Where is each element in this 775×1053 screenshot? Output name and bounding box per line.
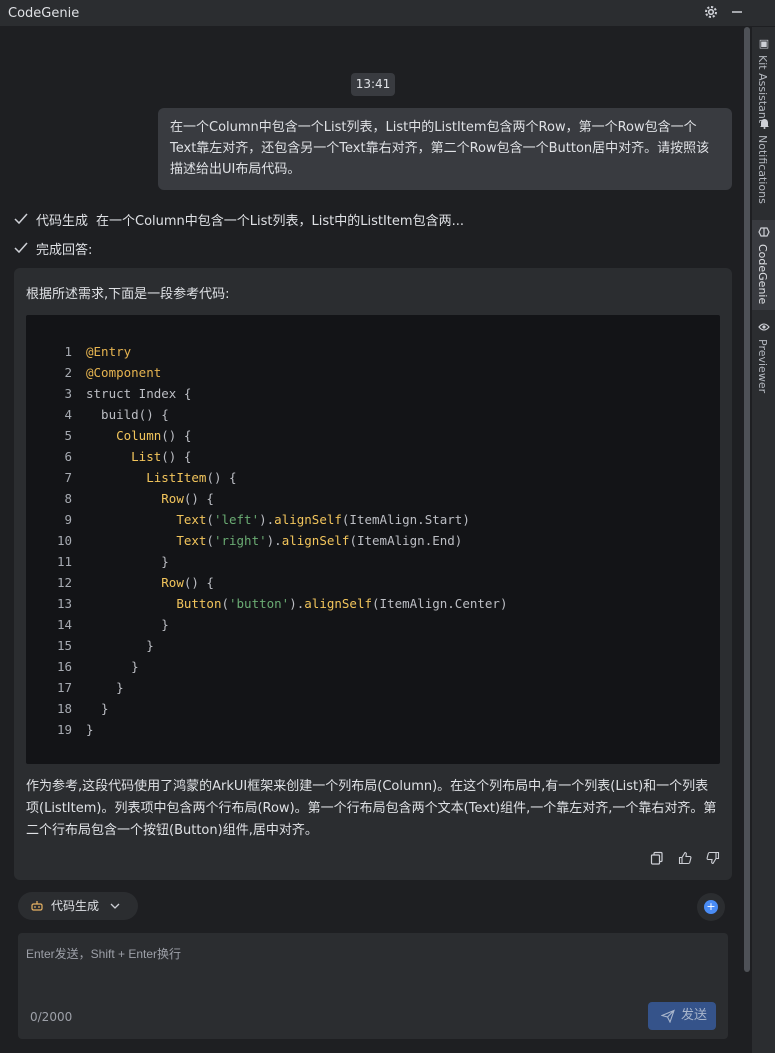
code-text: Button('button').alignSelf(ItemAlign.Cen… [176,596,508,611]
code-text: } [86,680,124,695]
send-button[interactable]: 发送 [648,1002,716,1030]
composer: 0/2000 发送 [18,933,728,1039]
send-label: 发送 [681,1008,708,1023]
line-number: 17 [56,680,72,695]
step-complete: 完成回答: [14,241,92,261]
minimize-icon[interactable] [729,5,745,21]
line-number: 8 [64,491,72,506]
line-number: 2 [64,365,72,380]
scrollbar-thumb[interactable] [744,27,750,972]
code-block[interactable]: 1 @Entry 2 @Component 3 struct Index { 4 build… [26,315,720,764]
tool-window-bar: ▣ Kit Assistant Notifications CodeGenie … [751,27,775,1053]
user-message: 在一个Column中包含一个List列表，List中的ListItem包含两个R… [158,108,732,190]
code-text: List() { [131,449,192,464]
message-timestamp: 13:41 [351,73,395,96]
line-number: 16 [56,659,72,674]
thumbs-up-icon[interactable] [676,851,694,869]
char-counter: 0/2000 [30,1010,73,1024]
line-number: 13 [56,596,72,611]
tab-label: CodeGenie [756,244,769,305]
line-number: 4 [64,407,72,422]
check-icon [14,241,30,261]
new-chat-icon: + [704,900,718,914]
line-number: 10 [56,533,72,548]
line-number: 7 [64,470,72,485]
line-number: 15 [56,638,72,653]
answer-summary: 作为参考,这段代码使用了鸿蒙的ArkUI框架来创建一个列布局(Column)。在… [26,779,717,838]
tab-notifications[interactable]: Notifications [752,115,775,227]
new-chat-button[interactable]: + [697,893,725,921]
check-icon [14,212,30,232]
code-text: Row() { [161,575,214,590]
line-number: 9 [64,512,72,527]
title-bar: CodeGenie [0,0,775,27]
line-number: 6 [64,449,72,464]
code-text: ListItem() { [146,470,237,485]
chat-input[interactable] [26,943,716,965]
answer-intro: 根据所述需求,下面是一段参考代码: [26,287,230,302]
line-number: 3 [64,386,72,401]
step-code-generation[interactable]: 代码生成 在一个Column中包含一个List列表，List中的ListItem包… [14,212,464,232]
tab-kit-assistant[interactable]: ▣ Kit Assistant [752,37,775,123]
copy-icon[interactable] [648,851,666,869]
line-number: 12 [56,575,72,590]
code-text: @Entry [86,344,132,359]
code-text: Row() { [161,491,214,506]
line-number: 5 [64,428,72,443]
line-number: 1 [64,344,72,359]
step-label: 代码生成 [36,214,89,229]
scrollbar[interactable] [743,27,751,1053]
assistant-answer: 根据所述需求,下面是一段参考代码: 1 @Entry 2 @Component 3 str… [14,268,732,880]
code-text: } [86,638,154,653]
mode-label: 代码生成 [51,899,100,913]
line-number: 19 [56,722,72,737]
tab-label: Kit Assistant [756,55,769,124]
step-label: 完成回答: [36,243,93,258]
line-number: 11 [56,554,72,569]
bell-icon [757,117,771,131]
thumbs-down-icon[interactable] [704,851,722,869]
code-text: } [86,617,169,632]
code-text: Text('left').alignSelf(ItemAlign.Start) [176,512,470,527]
code-generation-icon [30,892,44,924]
mode-selector[interactable]: 代码生成 [18,892,138,920]
gear-icon[interactable] [703,5,719,21]
chevron-down-icon [110,892,120,923]
code-text: } [86,722,94,737]
code-text: @Component [86,365,162,380]
code-text: struct Index { [86,386,192,401]
step-detail: 在一个Column中包含一个List列表，List中的ListItem包含两..… [96,214,464,229]
tab-label: Previewer [756,339,769,394]
code-text: Column() { [116,428,192,443]
code-text: } [86,659,139,674]
codegenie-icon [757,226,771,240]
line-number: 14 [56,617,72,632]
app-title: CodeGenie [8,6,80,21]
line-number: 18 [56,701,72,716]
tab-previewer[interactable]: Previewer [752,319,775,399]
kit-icon: ▣ [758,37,770,50]
code-text: Text('right').alignSelf(ItemAlign.End) [176,533,463,548]
code-text: build() { [86,407,169,422]
tab-codegenie[interactable]: CodeGenie [752,220,775,310]
send-icon [660,1002,675,1033]
code-text: } [86,701,109,716]
eye-icon [757,321,771,335]
code-text: } [86,554,169,569]
tab-label: Notifications [756,135,769,204]
